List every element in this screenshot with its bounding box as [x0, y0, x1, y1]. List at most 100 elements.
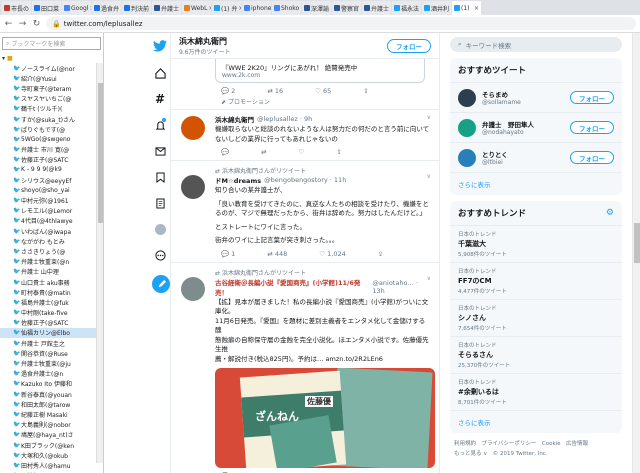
close-icon[interactable]: × [150, 5, 151, 12]
browser-tab[interactable]: 田口菜× [32, 1, 61, 15]
tweet-author[interactable]: ドM☆dreams [215, 175, 261, 185]
browser-tab[interactable]: 警察官× [332, 1, 361, 15]
browser-tab[interactable]: (1) 弁 × [212, 1, 241, 15]
share-icon[interactable]: ⇪ [378, 250, 383, 258]
tweet-author[interactable]: 古谷経衛＠長編小説『愛国商売』(小学館)11/6発売！ [215, 277, 369, 297]
reload-icon[interactable]: ↻ [32, 19, 41, 29]
bookmark-item[interactable]: 🐦 Kazuko Ito 伊藤和 [0, 379, 103, 389]
compose-tweet-icon[interactable] [152, 275, 170, 293]
sidebar-scroll-thumb[interactable] [98, 83, 103, 223]
follow-button[interactable]: フォロー [570, 151, 614, 164]
bookmark-item[interactable]: 🐦 鶴千t (ツル千)( [0, 104, 103, 114]
reply-button[interactable]: 💬 [221, 148, 229, 156]
follow-button[interactable]: フォロー [570, 91, 614, 104]
twitter-search-input[interactable]: ⌕ キーワード検索 [450, 37, 622, 52]
like-button[interactable]: ♡ [299, 148, 305, 156]
close-icon[interactable]: × [390, 5, 391, 12]
avatar[interactable] [181, 276, 205, 301]
browser-tab[interactable]: 弁護士× [362, 1, 391, 15]
bookmark-item[interactable]: 🐦 紀藤正樹 Masaki [0, 409, 103, 419]
footer-links[interactable]: 利用規約 プライバシーポリシー Cookie 広告情報 もっと見る ∨ © 201… [454, 439, 624, 459]
browser-tab[interactable]: iphone× [242, 1, 271, 15]
bookmark-item[interactable]: 🐦 弁護士 山中理 [0, 267, 103, 277]
browser-tab[interactable]: 弁護士× [152, 1, 181, 15]
bookmark-item[interactable]: 🐦 なががわ もとみ [0, 236, 103, 246]
profile-icon[interactable] [152, 221, 168, 237]
follow-button[interactable]: フォロー [570, 121, 614, 134]
twitter-logo-icon[interactable] [152, 38, 168, 54]
share-icon[interactable]: ⇪ [336, 148, 341, 156]
trends-show-more-link[interactable]: さらに表示 [450, 411, 622, 433]
page-scrollbar[interactable] [632, 33, 640, 473]
bookmark-item[interactable]: 🐦 いわばん(@iwapa [0, 226, 103, 236]
bookmark-item[interactable]: 🐦 新谷泰真(@youan [0, 389, 103, 399]
reply-button[interactable]: 💬 1 [221, 250, 235, 258]
lists-icon[interactable] [152, 195, 168, 211]
like-button[interactable]: ♡ 65 [315, 87, 331, 95]
bookmark-search-input[interactable]: ⌕ ブックマークを検索 [2, 37, 101, 50]
bookmark-item[interactable]: 🐦 4代目(@4thlawye [0, 216, 103, 226]
reply-button[interactable]: 💬 2 [221, 87, 235, 95]
bookmark-item[interactable]: 🐦 関谷恭資(@Ruse [0, 348, 103, 358]
browser-tab[interactable]: 市長の× [2, 1, 31, 15]
hashtag-icon[interactable]: # [152, 91, 168, 107]
back-icon[interactable]: ← [4, 19, 13, 29]
close-icon[interactable]: × [180, 5, 181, 12]
share-icon[interactable]: ⇪ [363, 87, 368, 95]
bookmark-item[interactable]: 🐦 弁護士 市川 寛(@ [0, 145, 103, 155]
user-name[interactable]: そらまめ [482, 89, 521, 99]
chevron-down-icon[interactable]: ∨ [427, 173, 431, 180]
bookmark-item[interactable]: 🐦 弁護士 戸館圭之 [0, 338, 103, 348]
like-button[interactable]: ♡ 1,024 [319, 250, 346, 258]
url-field[interactable]: 🔒 twitter.com/leplusallez [46, 17, 636, 30]
tweet[interactable]: ⇄ 浜木綿丸衛門さんがリツイート ∨ 古谷経衛＠長編小説『愛国商売』(小学館)1… [171, 263, 439, 473]
bookmark-item[interactable]: 🐦 紹介(@Yusui [0, 73, 103, 83]
show-more-link[interactable]: さらに表示 [450, 173, 622, 195]
close-icon[interactable]: × [450, 5, 451, 12]
forward-icon[interactable]: → [18, 19, 27, 29]
avatar[interactable] [181, 175, 205, 199]
bookmark-item[interactable]: 🐦 中村剛(take-five [0, 308, 103, 318]
tweet-author[interactable]: 浜木綿丸衛門 [215, 114, 254, 124]
bookmark-item[interactable]: 🐦 5WGo(@swgeno [0, 134, 103, 144]
bookmark-item[interactable]: 🐦 K田ブラック(@ken [0, 440, 103, 450]
home-icon[interactable] [152, 65, 168, 81]
bookmark-item[interactable]: 🐦 K - 9 9 9(@k9 [0, 165, 103, 175]
close-icon[interactable]: × [474, 5, 479, 12]
browser-tab[interactable]: Googl× [62, 1, 91, 15]
bookmark-folder[interactable]: ▾ ■ [0, 53, 103, 63]
bookmark-item[interactable]: 🐦 和田太郎(@tarow [0, 399, 103, 409]
browser-tab[interactable]: WebL × [182, 1, 211, 15]
bookmark-item[interactable]: 🐦 弁護士牧重束(@ju [0, 358, 103, 368]
retweet-button[interactable]: ⇄ [261, 148, 266, 156]
browser-tab[interactable]: 深澤諭× [302, 1, 331, 15]
messages-icon[interactable] [152, 143, 168, 159]
close-icon[interactable]: × [60, 5, 61, 12]
bookmark-item[interactable]: 🐦 shoyo(@sho_yai [0, 185, 103, 195]
bookmark-item[interactable]: 🐦 山口貴士 aku事務 [0, 277, 103, 287]
close-icon[interactable]: × [208, 5, 211, 12]
browser-tab[interactable]: (1) × [452, 1, 481, 15]
close-icon[interactable]: × [238, 5, 241, 12]
trend-item[interactable]: 日本のトレンド そらるさん 25,370件のツイート [450, 337, 622, 374]
trend-item[interactable]: 日本のトレンド 千葉滋大 5,908件のツイート [450, 226, 622, 263]
user-name[interactable]: とりとく [482, 149, 508, 159]
user-name[interactable]: 弁護士 野田隼人 [482, 119, 534, 129]
page-scroll-thumb[interactable] [634, 223, 640, 263]
more-icon[interactable] [152, 247, 168, 263]
bookmark-item[interactable]: 🐦 佐藤正子(@SATC [0, 155, 103, 165]
bookmark-item[interactable]: 🐦 過食弁護士(@n [0, 369, 103, 379]
bookmark-item[interactable]: 🐦 鳩屋(@haya_nt)さ [0, 430, 103, 440]
bookmark-item[interactable]: 🐦 仙福カリン@Elbo [0, 327, 103, 339]
close-icon[interactable]: × [330, 5, 331, 12]
bookmark-item[interactable]: 🐦 シリウス@eeyyEf [0, 175, 103, 185]
bookmark-item[interactable]: 🐦 佐藤正子(@SATC [0, 318, 103, 328]
bookmark-item[interactable]: 🐦 すか(@suka_t)さん [0, 114, 103, 124]
avatar[interactable] [458, 118, 476, 137]
browser-tab[interactable]: 酒井利× [422, 1, 451, 15]
trend-item[interactable]: 日本のトレンド シノさん 7,654件のツイート [450, 300, 622, 337]
close-icon[interactable]: × [360, 5, 361, 12]
avatar[interactable] [458, 88, 476, 107]
recommended-user[interactable]: とりとく @ltbiei フォロー [450, 143, 622, 173]
bookmark-item[interactable]: 🐦 ささきりょう(@ [0, 246, 103, 256]
